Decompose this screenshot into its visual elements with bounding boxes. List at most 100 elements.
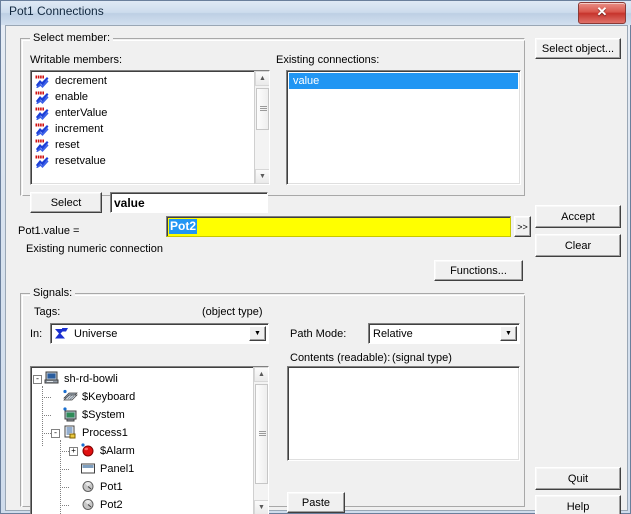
list-item-label: increment — [55, 123, 104, 135]
close-button[interactable]: ✕ — [578, 2, 626, 24]
object-type-label: (object type) — [202, 306, 263, 318]
tree-item-label: Pot2 — [100, 499, 123, 511]
existing-connections-label: Existing connections: — [276, 54, 380, 66]
writable-members-list: decrement enable enterValue increment reset r… — [33, 73, 252, 169]
select-member-button[interactable]: Select — [30, 192, 102, 213]
list-item-label: decrement — [55, 75, 107, 87]
scrollbar-grip-icon — [259, 431, 266, 438]
path-mode-label: Path Mode: — [290, 328, 347, 340]
scroll-down-icon[interactable]: ▼ — [254, 500, 268, 514]
contents-listbox[interactable] — [287, 366, 520, 461]
list-item[interactable]: value — [289, 73, 518, 89]
method-icon — [35, 106, 50, 120]
accept-button[interactable]: Accept — [535, 205, 621, 228]
signals-tree[interactable]: - sh-rd-bowli $Keyboard $System - Process1 + $A… — [30, 366, 269, 514]
pot-icon — [80, 479, 96, 495]
dialog-window: Pot1 Connections ✕ Select member: Writab… — [0, 0, 631, 514]
tree-item-label: $Keyboard — [82, 391, 136, 403]
tree-trunk — [60, 440, 61, 514]
document-icon — [62, 425, 78, 441]
expression-value-field[interactable]: Pot2 — [166, 216, 511, 237]
tree-connector — [42, 415, 51, 416]
clear-button[interactable]: Clear — [535, 234, 621, 257]
panel-icon — [80, 461, 96, 477]
writable-members-listbox[interactable]: decrement enable enterValue increment reset r… — [30, 70, 270, 185]
select-object-button[interactable]: Select object... — [535, 38, 621, 59]
scrollbar-thumb[interactable] — [256, 88, 269, 130]
dialog-client-area: Select member: Writable members: Existin… — [5, 25, 628, 514]
chevron-down-icon[interactable]: ▼ — [500, 326, 517, 341]
existing-connections-listbox[interactable]: value — [286, 70, 521, 185]
tree-item[interactable]: - Process1 — [33, 424, 251, 442]
writable-members-scrollbar[interactable]: ▲ ▼ — [254, 71, 269, 184]
tree-connector — [60, 505, 69, 506]
list-item[interactable]: resetvalue — [33, 153, 252, 169]
tree-expand-icon[interactable]: + — [69, 446, 80, 456]
tree-item-label: Panel1 — [100, 463, 135, 475]
list-item-label: value — [293, 75, 320, 87]
path-mode-combo[interactable]: Relative ▼ — [368, 323, 520, 344]
paste-button[interactable]: Paste — [287, 492, 345, 513]
scroll-down-icon[interactable]: ▼ — [255, 169, 269, 184]
tree-item[interactable]: $Keyboard — [33, 388, 251, 406]
tree-item-label: sh-rd-bowli — [64, 373, 118, 385]
method-icon — [35, 74, 50, 88]
list-item[interactable]: reset — [33, 137, 252, 153]
list-item[interactable]: increment — [33, 121, 252, 137]
in-scope-combo[interactable]: Universe ▼ — [50, 323, 269, 344]
expression-value-text: Pot2 — [169, 219, 198, 234]
minus-icon[interactable]: - — [51, 428, 60, 438]
writable-members-label: Writable members: — [30, 54, 123, 66]
tree-item[interactable]: - sh-rd-bowli — [33, 370, 251, 388]
close-icon: ✕ — [596, 4, 608, 19]
tree-item-label: Pot1 — [100, 481, 123, 493]
member-value-field[interactable]: value — [110, 192, 268, 213]
scroll-up-icon[interactable]: ▲ — [254, 367, 268, 382]
tree-item-label: $Alarm — [100, 445, 135, 457]
tree-collapse-icon[interactable]: - — [51, 428, 62, 438]
quit-button[interactable]: Quit — [535, 467, 621, 490]
functions-button[interactable]: Functions... — [434, 260, 523, 281]
tree-connector — [42, 397, 51, 398]
title-bar: Pot1 Connections ✕ — [1, 1, 631, 25]
method-icon — [35, 138, 50, 152]
scroll-up-icon[interactable]: ▲ — [255, 71, 269, 86]
signal-type-label: (signal type) — [392, 352, 452, 364]
tree-item-label: $System — [82, 409, 125, 421]
list-item[interactable]: enterValue — [33, 105, 252, 121]
tree-item[interactable]: + $Alarm — [33, 442, 251, 460]
signals-legend: Signals: — [30, 287, 76, 299]
expression-status: Existing numeric connection — [26, 243, 163, 255]
tree-item[interactable]: Pot1 — [33, 478, 251, 496]
keyboard-icon — [62, 389, 78, 405]
minus-icon[interactable]: - — [33, 374, 42, 384]
method-icon — [35, 90, 50, 104]
help-button[interactable]: Help — [535, 495, 621, 514]
list-item[interactable]: enable — [33, 89, 252, 105]
list-item-label: resetvalue — [55, 155, 106, 167]
tree-item[interactable]: $System — [33, 406, 251, 424]
in-scope-value: Universe — [74, 327, 118, 340]
tree-item-label: Process1 — [82, 427, 128, 439]
expression-expand-button[interactable]: >> — [514, 216, 531, 237]
tree-collapse-icon[interactable]: - — [33, 374, 44, 384]
tree-item[interactable]: Panel1 — [33, 460, 251, 478]
plus-icon[interactable]: + — [69, 446, 78, 456]
select-member-legend: Select member: — [30, 32, 114, 44]
chevron-down-icon[interactable]: ▼ — [249, 326, 266, 341]
list-item[interactable]: decrement — [33, 73, 252, 89]
signals-tree-scrollbar[interactable]: ▲ ▼ — [253, 367, 268, 514]
tree-trunk — [42, 386, 43, 446]
tree-connector — [60, 469, 69, 470]
list-item-label: reset — [55, 139, 80, 151]
scrollbar-thumb[interactable] — [255, 384, 268, 484]
universe-arrow-icon — [54, 327, 70, 341]
tree-item[interactable]: Pot2 — [33, 496, 251, 514]
alarm-icon — [80, 443, 96, 459]
computer-icon — [44, 371, 60, 387]
tree-connector — [60, 487, 69, 488]
monitor-icon — [62, 407, 78, 423]
method-icon — [35, 154, 50, 168]
tree-connector — [60, 451, 69, 452]
pot-icon — [80, 497, 96, 513]
